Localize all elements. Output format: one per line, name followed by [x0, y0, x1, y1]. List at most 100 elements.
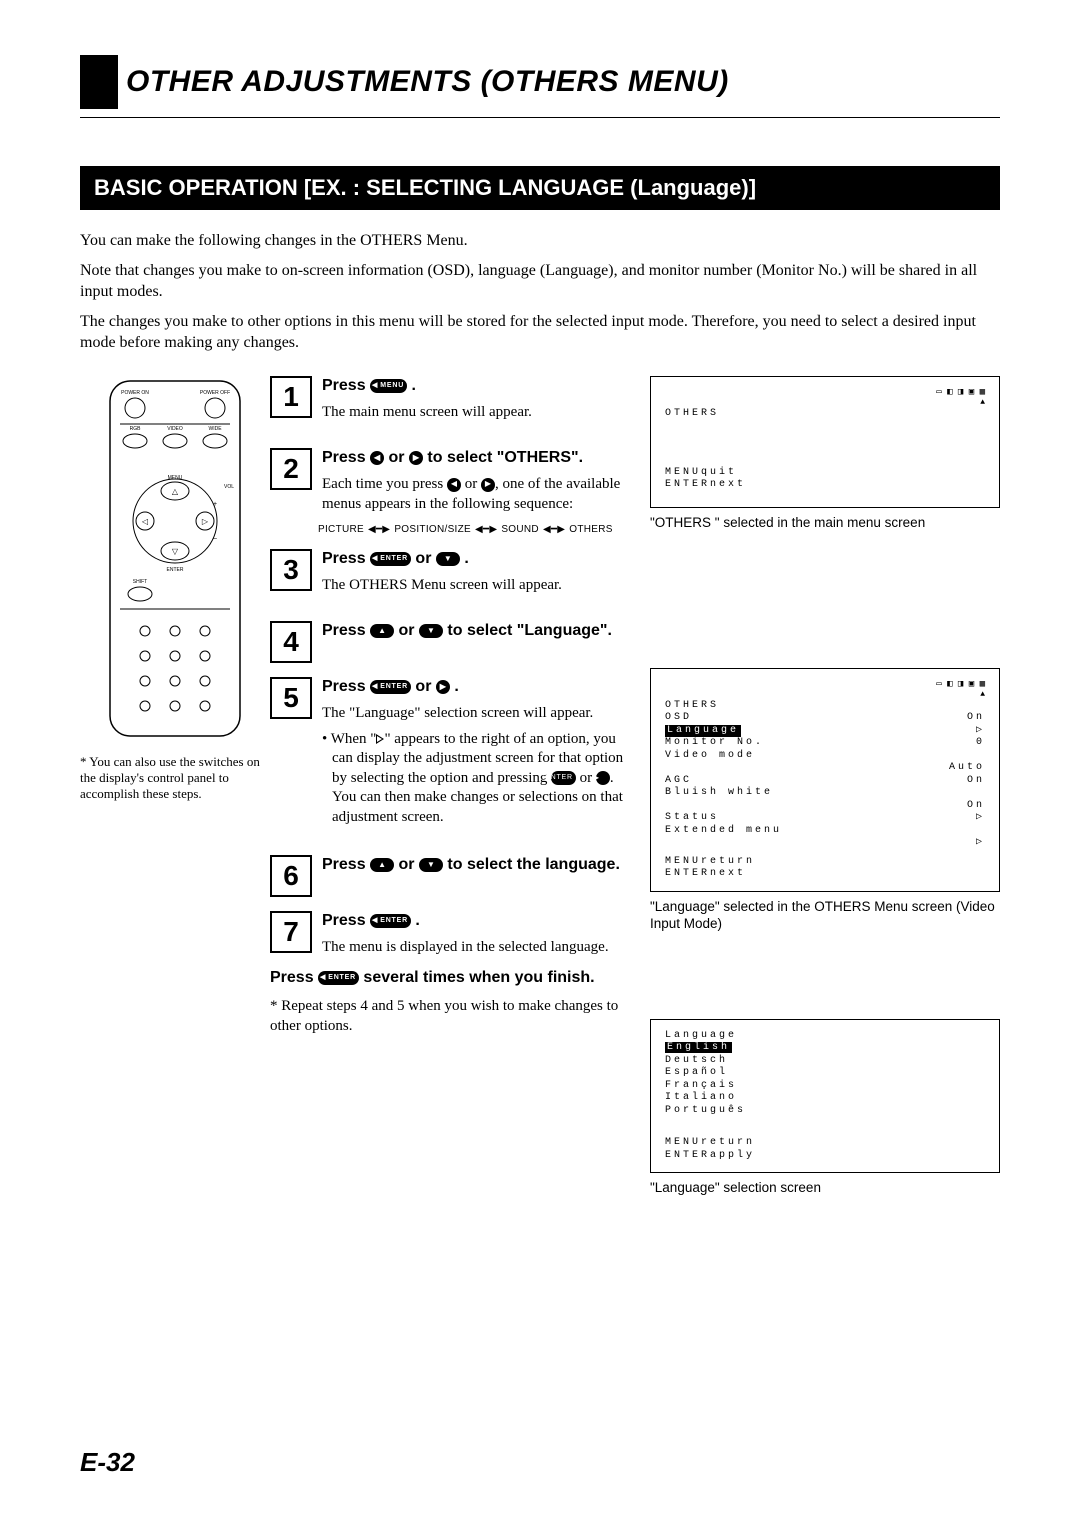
label: ENTER	[380, 680, 408, 694]
svg-text:RGB: RGB	[130, 426, 142, 432]
remote-column: POWER ON POWER OFF RGB VIDEO WIDE △ MENU…	[80, 376, 270, 1223]
svg-text:SHIFT: SHIFT	[133, 579, 147, 585]
label: ENTER	[380, 552, 408, 566]
step-heading: Press ▲ or ▼ to select "Language".	[322, 621, 640, 642]
content-row: POWER ON POWER OFF RGB VIDEO WIDE △ MENU…	[80, 376, 1000, 1223]
text: Each time you press	[322, 476, 447, 492]
step-heading: Press MENU .	[322, 376, 640, 397]
text: or	[389, 449, 409, 466]
screen-hint: MENUquit	[665, 467, 985, 480]
svg-text:VIDEO: VIDEO	[167, 426, 183, 432]
steps-column: 1 Press MENU . The main menu screen will…	[270, 376, 640, 1223]
screen-row: AGCOn	[665, 775, 985, 788]
step-description: The OTHERS Menu screen will appear.	[322, 576, 640, 596]
right-button-icon: ▶	[409, 451, 423, 465]
text: to select "OTHERS".	[427, 449, 583, 466]
screen-hint: ENTERnext	[665, 868, 985, 881]
step-5: 5 Press ENTER or ▶ . The "Language" sele…	[270, 677, 640, 827]
step-heading: Press ENTER or ▶ .	[322, 677, 640, 698]
svg-text:▽: ▽	[172, 547, 179, 556]
screen-hint: MENUreturn	[665, 1137, 985, 1150]
step-3: 3 Press ENTER or ▼ . The OTHERS Menu scr…	[270, 549, 640, 595]
text: to select "Language".	[447, 622, 612, 639]
menu-sequence: PICTURE ◀━▶ POSITION/SIZE ◀━▶ SOUND ◀━▶ …	[318, 524, 640, 535]
screen-tab-icons: ▭ ◧ ◨ ▣ ▦	[665, 679, 985, 690]
svg-text:◁: ◁	[142, 517, 149, 526]
enter-button-icon: ENTER	[370, 914, 411, 928]
label: ENTER	[380, 914, 408, 928]
screen-row: Deutsch	[665, 1055, 985, 1068]
manual-page: OTHER ADJUSTMENTS (OTHERS MENU) BASIC OP…	[0, 0, 1080, 1528]
final-block: Press ENTER several times when you finis…	[270, 967, 640, 1036]
sequence-item: POSITION/SIZE	[394, 524, 471, 535]
svg-text:+: +	[213, 501, 217, 508]
sequence-item: OTHERS	[569, 524, 612, 535]
double-arrow-icon: ◀━▶	[368, 524, 390, 535]
step-6: 6 Press ▲ or ▼ to select the language.	[270, 855, 640, 897]
enter-button-icon: ENTER	[318, 971, 359, 985]
step-number: 4	[270, 621, 312, 663]
screen-caption: "Language" selection screen	[650, 1179, 1000, 1197]
screen-mockup-2: ▭ ◧ ◨ ▣ ▦ ▲ OTHERS OSDOnLanguage▷Monitor…	[650, 668, 1000, 892]
screen-row: Status▷	[665, 812, 985, 825]
remote-footnote: * You can also use the switches on the d…	[80, 754, 270, 803]
step-heading: Press ▲ or ▼ to select the language.	[322, 855, 640, 876]
step-heading: Press ◀ or ▶ to select "OTHERS".	[322, 448, 640, 469]
enter-button-icon: ENTER	[551, 771, 576, 785]
double-arrow-icon: ◀━▶	[543, 524, 565, 535]
down-button-icon: ▼	[436, 552, 460, 566]
label: ENTER	[328, 971, 356, 985]
step-1: 1 Press MENU . The main menu screen will…	[270, 376, 640, 422]
screen-row: Français	[665, 1080, 985, 1093]
screen-row: OSDOn	[665, 712, 985, 725]
intro-paragraph-2: Note that changes you make to on-screen …	[80, 260, 1000, 303]
text: Press	[322, 622, 370, 639]
enter-button-icon: ENTER	[370, 680, 411, 694]
left-button-icon: ◀	[370, 451, 384, 465]
screen-hint: ENTERnext	[665, 479, 985, 492]
title-accent-bar	[80, 55, 118, 109]
text: Press	[322, 449, 370, 466]
screen-tab-icons: ▭ ◧ ◨ ▣ ▦	[665, 387, 985, 398]
text: to select the language.	[447, 856, 619, 873]
up-button-icon: ▲	[370, 624, 394, 638]
screen-row: ▷	[665, 837, 985, 850]
step-7: 7 Press ENTER . The menu is displayed in…	[270, 911, 640, 957]
step-description: Each time you press ◀ or ▶, one of the a…	[322, 475, 640, 514]
text: Press	[322, 912, 370, 929]
screen-rows: OSDOnLanguage▷Monitor No.0Video modeAuto…	[665, 712, 985, 850]
text: Press	[322, 550, 370, 567]
screen-row: Español	[665, 1067, 985, 1080]
screen-caption: "OTHERS " selected in the main menu scre…	[650, 514, 1000, 532]
intro-paragraph-3: The changes you make to other options in…	[80, 311, 1000, 354]
svg-text:−: −	[213, 536, 217, 543]
final-heading: Press ENTER several times when you finis…	[270, 967, 640, 989]
text: Press	[322, 377, 370, 394]
step-description: The "Language" selection screen will app…	[322, 704, 640, 724]
step-number: 1	[270, 376, 312, 418]
step-number: 6	[270, 855, 312, 897]
final-note: * Repeat steps 4 and 5 when you wish to …	[270, 997, 640, 1036]
screen-row: Italiano	[665, 1092, 985, 1105]
screen-title: OTHERS	[665, 408, 985, 421]
text: or	[399, 856, 419, 873]
right-button-icon: ▶	[596, 771, 610, 785]
text: several times when you finish.	[363, 969, 594, 986]
remote-diagram: POWER ON POWER OFF RGB VIDEO WIDE △ MENU…	[100, 376, 250, 746]
step-heading: Press ENTER .	[322, 911, 640, 932]
down-button-icon: ▼	[419, 858, 443, 872]
up-button-icon: ▲	[370, 858, 394, 872]
screen-row: Bluish white	[665, 787, 985, 800]
text: or	[399, 622, 419, 639]
svg-text:ENTER: ENTER	[167, 567, 184, 573]
page-title-row: OTHER ADJUSTMENTS (OTHERS MENU)	[80, 55, 1000, 109]
intro-paragraph-1: You can make the following changes in th…	[80, 230, 1000, 252]
screen-row: English	[665, 1042, 985, 1055]
text: .	[415, 912, 419, 929]
step-description: The menu is displayed in the selected la…	[322, 938, 640, 958]
left-button-icon: ◀	[447, 478, 461, 492]
screen-rows: LanguageEnglishDeutschEspañolFrançaisIta…	[665, 1030, 985, 1118]
text: .	[412, 377, 416, 394]
svg-text:POWER OFF: POWER OFF	[200, 390, 230, 396]
screen-title: OTHERS	[665, 700, 985, 713]
